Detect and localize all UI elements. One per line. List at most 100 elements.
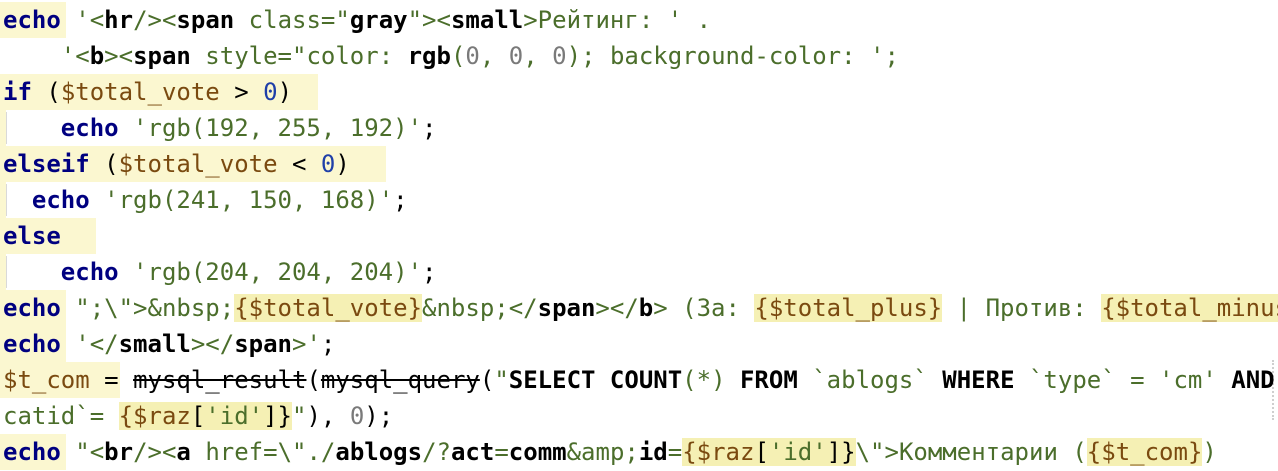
code-token: echo: [3, 294, 61, 322]
code-token: 'id': [205, 402, 264, 430]
code-token: 'rgb(241, 150, 168)': [89, 186, 394, 214]
code-token: "><: [407, 6, 451, 34]
code-token: '</: [60, 330, 119, 358]
code-token: echo: [60, 258, 119, 286]
code-line-2: '<b><span style="color: rgb(0, 0, 0); ba…: [3, 38, 899, 74]
code-token: ;: [422, 114, 437, 142]
code-token: span: [537, 294, 596, 322]
code-token: &amp;: [566, 438, 639, 466]
code-token: span: [234, 330, 292, 358]
code-token: class=": [234, 6, 350, 34]
code-token: {: [682, 438, 697, 466]
code-token: WHERE: [942, 366, 1015, 394]
code-token: ></: [190, 330, 235, 358]
code-token: b: [638, 294, 654, 322]
code-line-13: echo "<br/><a href=\"./ablogs/?act=comm&…: [3, 434, 1217, 470]
code-token: =: [494, 438, 509, 466]
code-token: echo: [3, 438, 61, 466]
code-token: ablogs: [335, 438, 423, 466]
code-token: &nbsp;</: [422, 294, 538, 322]
code-token: ); background-color: ';: [566, 42, 899, 70]
code-token: /><: [133, 6, 177, 34]
code-token: echo: [3, 330, 61, 358]
code-token: mysql_result: [133, 366, 307, 394]
code-token: else: [3, 222, 61, 250]
code-token: href=\"./: [190, 438, 336, 466]
code-token: 0: [349, 402, 365, 430]
code-token: (: [450, 42, 466, 70]
code-token: 0: [508, 42, 524, 70]
code-line-7: else: [3, 218, 61, 254]
code-token: hr: [104, 6, 134, 34]
code-line-12: catid`= {$raz['id']}"), 0);: [3, 398, 393, 434]
code-token: '<: [3, 42, 90, 70]
code-token: ": [292, 402, 307, 430]
code-token: span: [133, 42, 191, 70]
code-token: COUNT: [609, 366, 683, 394]
code-token: ),: [306, 402, 350, 430]
code-token: 0: [320, 150, 336, 178]
code-token: ,: [479, 42, 509, 70]
code-token: > (За:: [653, 294, 755, 322]
code-line-9: echo ";\">&nbsp;{$total_vote}&nbsp;</spa…: [3, 290, 1278, 326]
code-token: br: [104, 438, 134, 466]
code-token: AND: [1231, 366, 1275, 394]
code-token: {$t_com}: [1086, 438, 1203, 466]
code-token: $t_com: [3, 366, 90, 394]
code-token: echo: [3, 6, 61, 34]
code-token: ;: [393, 186, 408, 214]
code-token: /><: [133, 438, 177, 466]
code-token: 0: [552, 42, 567, 70]
code-token: act: [450, 438, 495, 466]
code-line-11: $t_com = mysql_result(mysql_query("SELEC…: [3, 362, 1275, 398]
code-token: 0: [263, 78, 278, 106]
code-token: (: [89, 150, 119, 178]
code-token: span: [176, 6, 235, 34]
code-token: gray: [349, 6, 408, 34]
code-token: FROM: [739, 366, 798, 394]
code-token: ): [277, 78, 293, 106]
code-line-6: echo 'rgb(241, 150, 168)';: [3, 182, 408, 218]
code-token: 0: [465, 42, 480, 70]
code-token: b: [89, 42, 105, 70]
code-token: echo: [60, 114, 119, 142]
code-token: >Рейтинг: ' .: [523, 6, 712, 34]
code-line-10: echo '</small></span>';: [3, 326, 335, 362]
code-token: | Против:: [942, 294, 1102, 322]
code-token: (*): [682, 366, 740, 394]
code-token: <: [277, 150, 321, 178]
code-token: {: [118, 402, 134, 430]
code-token: ": [494, 366, 509, 394]
code-token: 'rgb(192, 255, 192)': [118, 114, 423, 142]
code-token: SELECT: [508, 366, 596, 394]
code-token: ><: [104, 42, 134, 70]
code-token: \">Комментарии (: [855, 438, 1087, 466]
code-editor[interactable]: echo '<hr/><span class="gray"><small>Рей…: [0, 0, 1278, 471]
code-token: ;: [422, 258, 437, 286]
code-token: ;: [320, 330, 336, 358]
code-token: elseif: [3, 150, 90, 178]
code-token: {$total_minus}: [1101, 294, 1278, 322]
code-token: >': [292, 330, 321, 358]
code-token: $total_vote: [118, 150, 278, 178]
code-token: $raz: [696, 438, 755, 466]
code-line-5: elseif ($total_vote < 0): [3, 146, 350, 182]
code-token: "<: [60, 438, 105, 466]
code-token: id: [638, 438, 668, 466]
code-token: a: [176, 438, 191, 466]
code-token: ></: [595, 294, 639, 322]
code-token: {$total_plus}: [754, 294, 943, 322]
code-token: 'rgb(204, 204, 204)': [118, 258, 423, 286]
code-token: /?: [422, 438, 451, 466]
code-token: ,: [523, 42, 553, 70]
code-token: =: [89, 366, 134, 394]
code-token: echo: [31, 186, 90, 214]
code-token: if: [3, 78, 32, 106]
code-token: small: [450, 6, 524, 34]
code-token: small: [118, 330, 191, 358]
code-token: =: [667, 438, 683, 466]
code-line-4: echo 'rgb(192, 255, 192)';: [3, 110, 437, 146]
code-token: (: [31, 78, 61, 106]
code-token: >: [219, 78, 264, 106]
